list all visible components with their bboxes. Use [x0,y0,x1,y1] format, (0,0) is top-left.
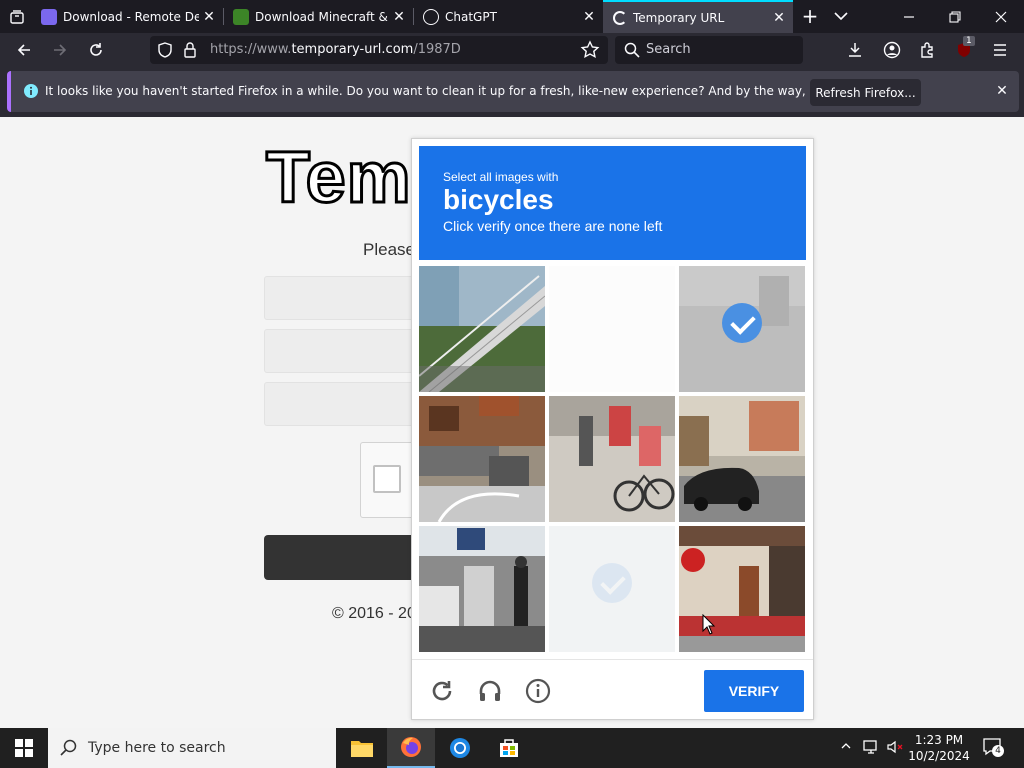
close-tab-icon[interactable]: ✕ [579,9,599,25]
captcha-subinstruction: Click verify once there are none left [443,218,663,234]
search-icon [60,739,78,761]
forward-button[interactable] [46,36,74,64]
verify-button[interactable]: VERIFY [704,670,804,712]
page-submit-button[interactable] [264,535,424,580]
volume-muted-icon[interactable] [886,739,904,759]
captcha-tile-6[interactable] [679,396,805,522]
chrome-icon[interactable] [436,728,484,768]
close-tab-icon[interactable]: ✕ [769,10,789,26]
back-button[interactable] [10,36,38,64]
tab-strip: Download - Remote Desktop ✕ Download Min… [0,0,1024,33]
reload-button[interactable] [82,36,110,64]
mouse-cursor-icon [702,613,716,640]
page-input-2[interactable] [264,329,424,373]
captcha-object: bicycles [443,184,554,215]
new-tab-button[interactable]: + [798,3,822,29]
notification-text: It looks like you haven't started Firefo… [45,84,901,98]
tab-chatgpt[interactable]: ChatGPT ✕ [413,0,603,33]
tab-title: ChatGPT [445,9,497,24]
extension-badge: 1 [963,36,975,46]
captcha-tile-5[interactable] [549,396,675,522]
close-tab-icon[interactable]: ✕ [389,9,409,25]
close-notification-icon[interactable]: ✕ [992,83,1012,103]
url-path: /1987D [413,42,461,57]
copyright-text: © 2016 - 20 [332,605,416,622]
captcha-challenge: Select all images with bicycles Click ve… [411,138,814,720]
page-instruction: Please [363,240,415,259]
url-host: temporary-url.com [291,42,414,57]
captcha-tile-7[interactable] [419,526,545,652]
captcha-tile-3[interactable] [679,266,805,392]
bookmark-star-icon[interactable] [580,40,600,64]
microsoft-store-icon[interactable] [485,728,533,768]
tab-title: Download Minecraft & Server [255,9,389,24]
search-icon [624,42,640,62]
recaptcha-checkbox[interactable] [373,465,401,493]
tab-remote-desktop[interactable]: Download - Remote Desktop ✕ [31,0,223,33]
navigation-toolbar: https://www.temporary-url.com/1987D Sear… [0,33,1024,67]
system-clock[interactable]: 1:23 PM 10/2/2024 [908,732,970,764]
page-title: Tem [265,137,413,220]
captcha-tile-4[interactable] [419,396,545,522]
chatgpt-icon [423,8,439,25]
list-tabs-icon[interactable] [830,4,852,28]
tab-temporary-url[interactable]: Temporary URL ✕ [603,0,793,33]
menu-icon[interactable] [986,36,1014,64]
notification-count-badge: 4 [992,745,1004,757]
tab-minecraft[interactable]: Download Minecraft & Server ✕ [223,0,413,33]
account-icon[interactable] [878,36,906,64]
tab-title: Temporary URL [633,10,725,25]
captcha-instruction: Select all images with [443,170,559,184]
lock-icon[interactable] [182,41,198,63]
captcha-tile-8[interactable] [549,526,675,652]
page-input-1[interactable] [264,276,424,320]
tracking-protection-icon[interactable] [156,41,174,63]
page-input-3[interactable] [264,382,424,426]
tab-title: Download - Remote Desktop [63,9,199,24]
notification-panel: It looks like you haven't started Firefo… [7,71,1019,112]
minimize-button[interactable] [886,0,932,33]
captcha-tile-9[interactable] [679,526,805,652]
close-window-button[interactable] [978,0,1024,33]
selected-check-icon [722,303,762,343]
captcha-tile-2[interactable] [549,266,675,392]
extensions-icon[interactable] [914,36,942,64]
captcha-tile-1[interactable] [419,266,545,392]
address-bar[interactable]: https://www.temporary-url.com/1987D [150,36,608,64]
ublock-icon[interactable]: 1 [950,36,978,64]
restore-button[interactable] [932,0,978,33]
loading-icon [613,10,627,25]
minecraft-icon [233,8,249,25]
url-prefix: https://www. [210,42,292,57]
start-button[interactable] [0,728,48,768]
audio-challenge-icon[interactable] [476,677,504,705]
file-explorer-icon[interactable] [338,728,386,768]
tray-chevron-icon[interactable] [840,740,852,756]
info-icon[interactable] [524,677,552,705]
downloads-icon[interactable] [841,36,869,64]
search-box[interactable]: Search [615,36,803,64]
selected-check-icon [592,563,632,603]
refresh-firefox-button[interactable]: Refresh Firefox... [810,79,921,106]
network-icon[interactable] [862,739,880,759]
captcha-header: Select all images with bicycles Click ve… [419,146,806,260]
clock-date: 10/2/2024 [908,749,970,763]
close-tab-icon[interactable]: ✕ [199,9,219,25]
remote-desktop-icon [41,8,57,25]
search-placeholder: Search [646,42,691,57]
refresh-challenge-icon[interactable] [428,677,456,705]
taskbar-search-box[interactable]: Type here to search [48,728,336,768]
taskbar-search-placeholder: Type here to search [88,740,226,756]
info-icon [23,83,39,103]
tab-overview-icon[interactable] [4,4,30,30]
captcha-footer: VERIFY [412,659,813,719]
firefox-icon[interactable] [387,728,435,768]
action-center-icon[interactable]: 4 [982,737,1004,761]
taskbar: Type here to search 1:23 PM 10/2/2024 4 [0,728,1024,768]
clock-time: 1:23 PM [914,733,964,747]
notification-bar: It looks like you haven't started Firefo… [0,67,1024,117]
url-text: https://www.temporary-url.com/1987D [210,42,461,57]
